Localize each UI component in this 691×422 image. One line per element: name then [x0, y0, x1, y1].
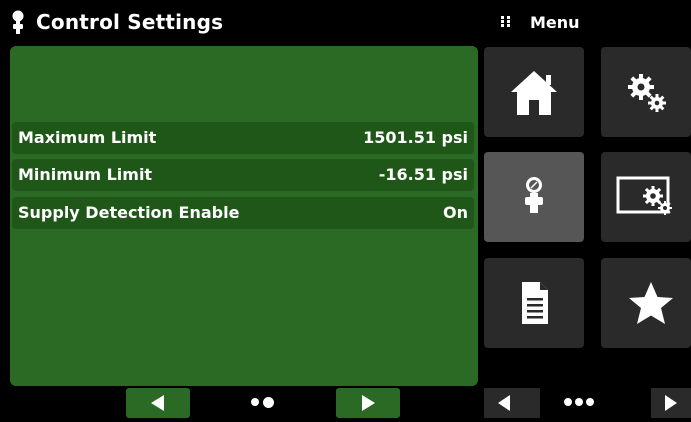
regulator-icon	[8, 9, 28, 35]
documents-button[interactable]	[484, 258, 584, 348]
setting-row-supply-detection-enable[interactable]: Supply Detection Enable On	[12, 197, 474, 229]
menu-page-indicator	[564, 394, 594, 410]
page-dot-current	[263, 396, 274, 408]
gears-icon	[628, 74, 666, 112]
setting-value: 1501.51 psi	[363, 128, 468, 147]
page-indicator	[251, 394, 274, 410]
arrow-right-icon	[665, 395, 677, 411]
page-dot	[575, 398, 583, 406]
setting-label: Supply Detection Enable	[18, 203, 240, 222]
page-dot	[586, 398, 594, 406]
system-settings-button[interactable]	[601, 47, 691, 137]
home-icon	[511, 71, 557, 115]
control-settings-button[interactable]	[484, 152, 584, 242]
display-settings-button[interactable]	[601, 152, 691, 242]
menu-label: Menu	[530, 13, 580, 32]
page-title: Control Settings	[36, 10, 224, 34]
page-dot	[564, 398, 572, 406]
setting-value: On	[443, 203, 468, 222]
page-dot	[251, 398, 259, 406]
document-icon	[522, 282, 548, 324]
display-settings-icon	[616, 176, 672, 215]
setting-row-minimum-limit[interactable]: Minimum Limit -16.51 psi	[12, 159, 474, 191]
menu-previous-button[interactable]	[484, 388, 540, 418]
setting-row-maximum-limit[interactable]: Maximum Limit 1501.51 psi	[12, 122, 474, 154]
previous-page-button[interactable]	[126, 388, 190, 418]
star-icon	[629, 282, 673, 324]
next-page-button[interactable]	[336, 388, 400, 418]
menu-grid-icon[interactable]	[499, 13, 513, 27]
setting-label: Maximum Limit	[18, 128, 157, 147]
arrow-right-icon	[362, 395, 375, 411]
menu-next-button[interactable]	[651, 388, 691, 418]
setting-label: Minimum Limit	[18, 165, 153, 184]
regulator-icon	[525, 177, 543, 213]
home-button[interactable]	[484, 47, 584, 137]
arrow-left-icon	[498, 395, 510, 411]
arrow-left-icon	[151, 395, 164, 411]
favorites-button[interactable]	[601, 258, 691, 348]
setting-value: -16.51 psi	[378, 165, 468, 184]
